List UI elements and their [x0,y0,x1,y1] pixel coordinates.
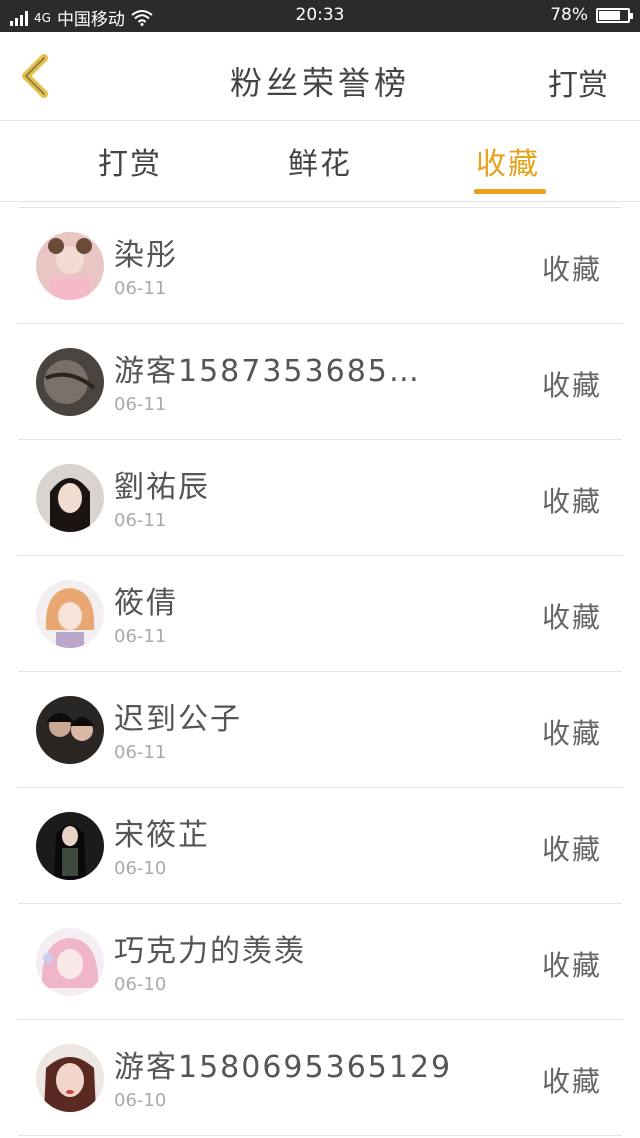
fan-date: 06-10 [114,974,167,995]
reward-button[interactable]: 打赏 [548,60,608,104]
list-item[interactable]: 宋筱芷 06-10 收藏 [18,788,622,904]
fan-name: 筱倩 [114,586,178,621]
avatar[interactable] [36,696,104,764]
avatar[interactable] [36,812,104,880]
action-label: 收藏 [541,253,602,286]
fan-name: 巧克力的羡羡 [114,934,306,969]
avatar[interactable] [36,1044,104,1112]
list-item[interactable]: 染彤 06-11 收藏 [18,208,622,324]
fan-name: 游客1587353685… [114,354,421,389]
active-tab-indicator [474,189,546,194]
tab-bar: 打赏 鲜花 收藏 [0,121,640,202]
action-label: 收藏 [541,1065,602,1098]
fan-list: 染彤 06-11 收藏 游客1587353685… 06-11 收藏 劉祐辰 0… [18,207,622,1136]
status-time: 20:33 [295,5,345,25]
list-item[interactable]: 迟到公子 06-11 收藏 [18,672,622,788]
action-label: 收藏 [541,717,602,750]
fan-name: 染彤 [114,238,178,273]
fan-date: 06-10 [114,858,167,879]
list-item[interactable]: 游客1587353685… 06-11 收藏 [18,324,622,440]
tab-reward[interactable]: 打赏 [98,139,162,183]
fan-name: 迟到公子 [114,702,242,737]
action-label: 收藏 [541,369,602,402]
battery-percent: 78% [550,5,588,25]
page-title: 粉丝荣誉榜 [229,64,410,102]
avatar[interactable] [36,928,104,996]
list-item[interactable]: 筱倩 06-11 收藏 [18,556,622,672]
tab-favorites[interactable]: 收藏 [476,139,540,183]
fan-name: 宋筱芷 [114,818,210,853]
fan-date: 06-11 [114,626,167,647]
nav-header: 粉丝荣誉榜 打赏 [0,32,640,121]
list-item[interactable]: 游客15806953651​29 06-10 收藏 [18,1020,622,1136]
action-label: 收藏 [541,485,602,518]
action-label: 收藏 [541,601,602,634]
status-right: 78% [550,5,633,25]
list-item[interactable]: 劉祐辰 06-11 收藏 [18,440,622,556]
avatar[interactable] [36,348,104,416]
fan-name: 游客15806953651​29 [114,1050,453,1085]
avatar[interactable] [36,580,104,648]
avatar[interactable] [36,464,104,532]
tab-flowers[interactable]: 鲜花 [288,139,352,183]
avatar[interactable] [36,232,104,300]
fan-date: 06-11 [114,510,167,531]
status-bar: 4G 中国移动 20:33 78% [0,0,640,32]
list-item[interactable]: 巧克力的羡羡 06-10 收藏 [18,904,622,1020]
fan-date: 06-11 [114,278,167,299]
action-label: 收藏 [541,833,602,866]
action-label: 收藏 [541,949,602,982]
fan-name: 劉祐辰 [114,470,210,505]
fan-date: 06-11 [114,742,167,763]
fan-date: 06-11 [114,394,167,415]
fan-date: 06-10 [114,1090,167,1111]
battery-icon [596,7,633,23]
